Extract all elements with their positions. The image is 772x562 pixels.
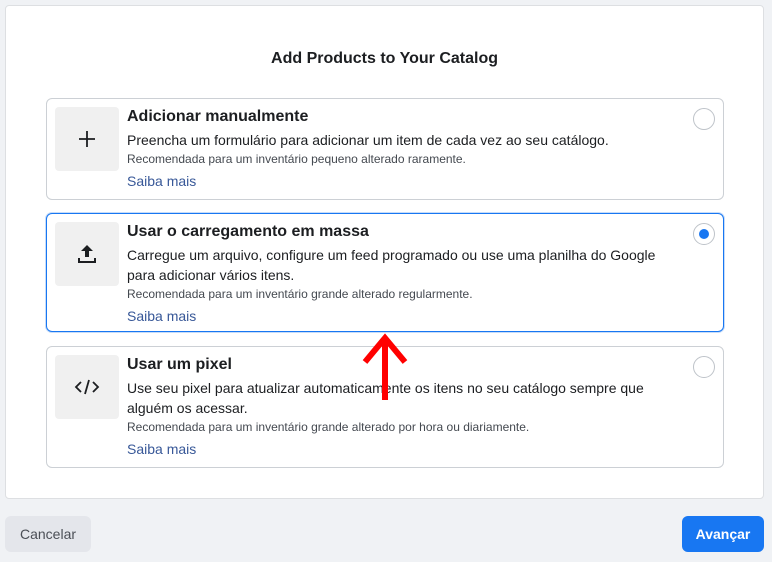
option-recommendation: Recomendada para um inventário grande al… (127, 420, 530, 434)
radio-use-pixel[interactable] (693, 356, 715, 378)
option-title: Adicionar manualmente (127, 108, 309, 125)
code-icon (55, 355, 119, 419)
option-description: Carregue um arquivo, configure um feed p… (127, 247, 656, 283)
upload-icon (55, 222, 119, 286)
plus-icon (55, 107, 119, 171)
option-recommendation: Recomendada para um inventário grande al… (127, 287, 473, 301)
radio-bulk-upload[interactable] (693, 223, 715, 245)
option-add-manually[interactable]: Adicionar manualmente Preencha um formul… (46, 98, 724, 200)
option-description: Preencha um formulário para adicionar um… (127, 132, 609, 148)
radio-add-manually[interactable] (693, 108, 715, 130)
dialog-title: Add Products to Your Catalog (271, 50, 498, 67)
radio-selected-dot (699, 229, 709, 239)
dialog-panel: Add Products to Your Catalog Adicionar m… (5, 5, 764, 499)
option-bulk-upload[interactable]: Usar o carregamento em massa Carregue um… (46, 213, 724, 332)
option-recommendation: Recomendada para um inventário pequeno a… (127, 152, 466, 166)
option-title: Usar o carregamento em massa (127, 223, 369, 240)
cancel-button[interactable]: Cancelar (5, 516, 91, 552)
next-button[interactable]: Avançar (682, 516, 764, 552)
learn-more-link[interactable]: Saiba mais (127, 171, 196, 191)
annotation-arrow-icon (362, 333, 408, 400)
learn-more-link[interactable]: Saiba mais (127, 306, 196, 326)
learn-more-link[interactable]: Saiba mais (127, 439, 196, 459)
